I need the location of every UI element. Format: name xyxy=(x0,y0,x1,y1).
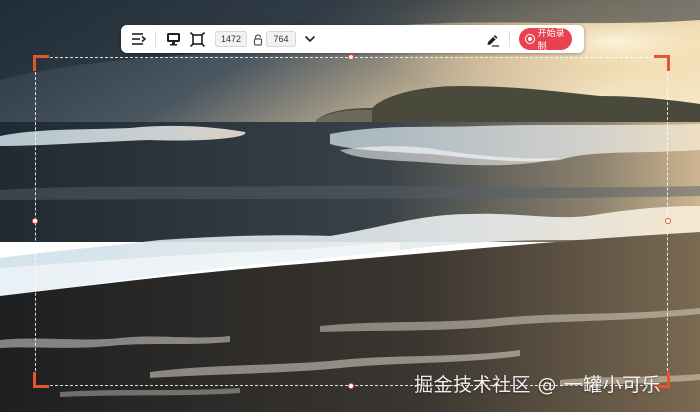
toolbar-divider xyxy=(155,31,156,47)
aspect-lock-icon xyxy=(253,34,263,46)
edge-handle-top[interactable] xyxy=(348,54,354,60)
pen-annotate-icon xyxy=(487,34,499,47)
capture-region[interactable] xyxy=(35,57,668,386)
height-input[interactable]: 764 xyxy=(266,31,296,47)
record-icon xyxy=(525,34,535,44)
region-select-icon xyxy=(189,31,205,47)
size-preset-dropdown[interactable] xyxy=(300,29,320,49)
menu-collapse-icon xyxy=(132,33,147,45)
start-recording-button[interactable]: 开始录制 xyxy=(519,28,572,52)
edge-handle-right[interactable] xyxy=(665,218,671,224)
annotate-button[interactable] xyxy=(482,29,502,49)
toolbar-divider xyxy=(509,31,510,47)
region-select-button[interactable] xyxy=(187,29,207,49)
screen-capture-button[interactable] xyxy=(163,29,183,49)
edge-handle-bottom[interactable] xyxy=(348,383,354,389)
edge-handle-left[interactable] xyxy=(32,218,38,224)
corner-handle-top-left[interactable] xyxy=(33,55,49,71)
width-input[interactable]: 1472 xyxy=(215,31,247,47)
aspect-lock-button[interactable] xyxy=(253,33,263,46)
chevron-down-icon xyxy=(304,35,316,43)
watermark-text: 掘金技术社区 @ 一罐小可乐 xyxy=(414,374,662,396)
screen-capture-icon xyxy=(166,33,180,46)
corner-handle-top-right[interactable] xyxy=(654,55,670,71)
corner-handle-bottom-left[interactable] xyxy=(33,372,49,388)
record-label: 开始录制 xyxy=(537,29,565,52)
capture-toolbar: 1472 764 开始录制 xyxy=(121,25,584,53)
menu-collapse-button[interactable] xyxy=(129,29,149,49)
